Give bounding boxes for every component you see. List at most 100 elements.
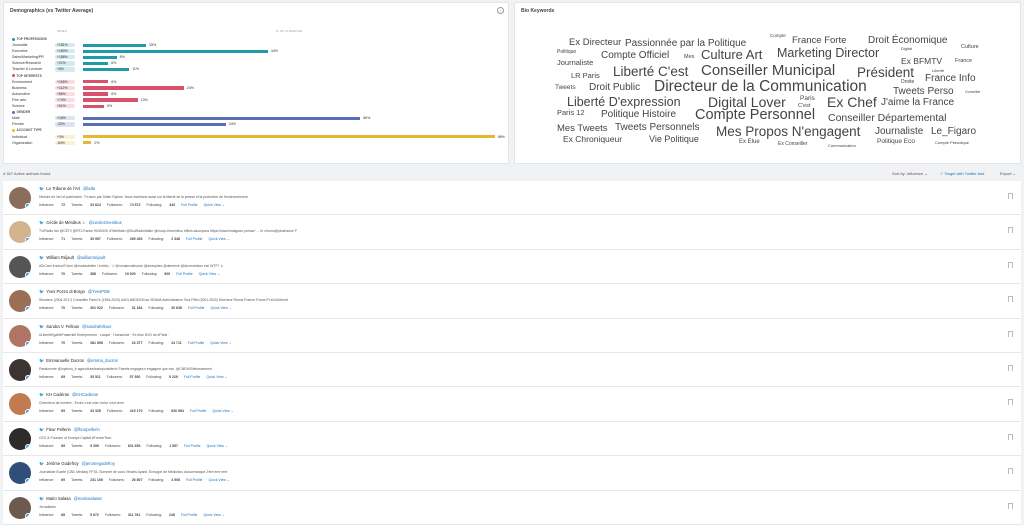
- author-handle[interactable]: @KHCaderas: [72, 392, 98, 397]
- keyword[interactable]: Conseiller Municipal: [701, 63, 835, 78]
- full-profile-link[interactable]: Full Profile: [181, 513, 198, 517]
- full-profile-link[interactable]: Full Profile: [181, 203, 198, 207]
- avatar[interactable]: [9, 462, 31, 485]
- keyword[interactable]: Ex Elue: [739, 139, 760, 145]
- keyword[interactable]: France Info: [925, 74, 976, 84]
- keyword[interactable]: Journaliste: [557, 59, 593, 67]
- quick-view-dropdown[interactable]: Quick View ⌄: [203, 513, 224, 517]
- keyword[interactable]: Mes: [684, 54, 694, 61]
- avatar[interactable]: [9, 393, 31, 416]
- avatar[interactable]: [9, 290, 31, 313]
- author-handle[interactable]: @williamrejault: [77, 255, 105, 260]
- keyword[interactable]: Tweets Personnels: [615, 123, 700, 133]
- keyword[interactable]: Communication: [828, 144, 856, 148]
- bookmark-icon[interactable]: [1008, 227, 1013, 234]
- avatar[interactable]: [9, 187, 31, 209]
- keyword[interactable]: Liberté D'expression: [567, 96, 681, 109]
- keyword[interactable]: Journaliste: [875, 127, 923, 137]
- keyword[interactable]: Conseiller Départemental: [828, 113, 946, 124]
- bookmark-icon[interactable]: [1008, 364, 1013, 371]
- quick-view-dropdown[interactable]: Quick View ⌄: [210, 306, 231, 310]
- keyword[interactable]: Marketing Director: [777, 47, 879, 60]
- keyword[interactable]: Compte Officiel: [601, 51, 669, 61]
- keyword[interactable]: Compte Pseudique: [935, 141, 969, 145]
- author-name[interactable]: Fleur Pellerin: [46, 427, 71, 432]
- keyword[interactable]: Politique: [557, 50, 576, 55]
- bookmark-icon[interactable]: [1008, 399, 1013, 406]
- bookmark-icon[interactable]: [1008, 433, 1013, 440]
- keyword[interactable]: Droit Public: [589, 83, 640, 93]
- keyword[interactable]: Mes Tweets: [557, 124, 608, 134]
- quick-view-dropdown[interactable]: Quick View ⌄: [209, 478, 230, 482]
- quick-view-dropdown[interactable]: Quick View ⌄: [207, 444, 228, 448]
- author-name[interactable]: KH Cadéras: [46, 392, 69, 397]
- author-handle[interactable]: @YvesPDB: [88, 289, 110, 294]
- keyword[interactable]: Tweets Perso: [893, 87, 954, 97]
- keyword[interactable]: Conseiller: [965, 90, 981, 95]
- keyword[interactable]: Droite: [901, 80, 914, 85]
- sort-dropdown[interactable]: Sort by: Influence ⌄: [892, 171, 928, 176]
- author-name[interactable]: William Réjault: [46, 255, 74, 260]
- keyword[interactable]: Ex Conseiller: [778, 142, 807, 147]
- author-handle[interactable]: @jeromegodefroy: [82, 461, 115, 466]
- keyword[interactable]: Tweets: [555, 84, 576, 92]
- avatar[interactable]: [9, 255, 31, 278]
- keyword[interactable]: Culture Art: [701, 48, 762, 61]
- quick-view-dropdown[interactable]: Quick View ⌄: [210, 341, 231, 345]
- bookmark-icon[interactable]: [1008, 502, 1013, 509]
- avatar[interactable]: [9, 221, 31, 244]
- author-handle[interactable]: @latla: [83, 186, 95, 191]
- keyword[interactable]: Compte Personnel: [695, 108, 815, 123]
- full-profile-link[interactable]: Full Profile: [190, 409, 207, 413]
- author-handle[interactable]: @mariosalasat: [74, 496, 102, 501]
- author-handle[interactable]: @cecile2menibus: [89, 220, 122, 225]
- keyword[interactable]: Directeur de la Communication: [654, 79, 867, 95]
- bookmark-icon[interactable]: [1008, 468, 1013, 475]
- keyword[interactable]: Le_Figaro: [931, 127, 976, 137]
- keyword[interactable]: Liberté C'est: [613, 65, 688, 79]
- author-name[interactable]: Cécile de Ménibus ☆: [46, 220, 85, 225]
- keyword[interactable]: Politique Eco: [877, 138, 915, 146]
- quick-view-dropdown[interactable]: Quick View ⌄: [209, 237, 230, 241]
- keyword[interactable]: Droit Économique: [868, 36, 947, 46]
- info-icon[interactable]: i: [497, 7, 504, 14]
- full-profile-link[interactable]: Full Profile: [188, 341, 205, 345]
- avatar[interactable]: [9, 496, 31, 519]
- author-handle[interactable]: @sandrafellous: [82, 324, 111, 329]
- bookmark-icon[interactable]: [1008, 193, 1013, 199]
- keyword[interactable]: Ex Chef: [827, 95, 877, 109]
- full-profile-link[interactable]: Full Profile: [184, 444, 201, 448]
- author-name[interactable]: Yves Pozzo di Borgo: [46, 289, 85, 294]
- keyword[interactable]: Ex Directeur: [569, 38, 621, 48]
- keyword[interactable]: LR Paris: [571, 72, 600, 80]
- keyword[interactable]: Culture: [961, 44, 979, 51]
- author-handle[interactable]: @fleurpellerin: [74, 427, 100, 432]
- bookmark-icon[interactable]: [1008, 261, 1013, 268]
- keyword[interactable]: Digital: [901, 47, 912, 51]
- quick-view-dropdown[interactable]: Quick View ⌄: [212, 409, 233, 413]
- bookmark-icon[interactable]: [1008, 296, 1013, 303]
- quick-view-dropdown[interactable]: Quick View ⌄: [204, 203, 225, 207]
- keyword[interactable]: Paris: [800, 95, 815, 103]
- avatar[interactable]: [9, 324, 31, 347]
- keyword[interactable]: Vie Politique: [649, 135, 699, 144]
- target-twitter-ads-button[interactable]: ✓ Target with Twitter Ads: [940, 171, 984, 176]
- author-name[interactable]: Mario Salasa: [46, 496, 70, 501]
- bookmark-icon[interactable]: [1008, 330, 1013, 337]
- keyword[interactable]: Ex Chroniqueur: [563, 135, 622, 144]
- author-handle[interactable]: @emma_ducros: [87, 358, 118, 363]
- author-name[interactable]: Jérôme Godefroy: [46, 461, 78, 466]
- export-dropdown[interactable]: Export ⌄: [1000, 171, 1016, 176]
- full-profile-link[interactable]: Full Profile: [184, 375, 201, 379]
- keyword[interactable]: France: [955, 58, 972, 65]
- keyword[interactable]: Paris 12: [557, 109, 585, 117]
- quick-view-dropdown[interactable]: Quick View ⌄: [206, 375, 227, 379]
- keyword[interactable]: Compte: [770, 33, 786, 39]
- author-name[interactable]: Emmanuelle Ducros: [46, 358, 84, 363]
- keyword[interactable]: Politique Histoire: [601, 110, 676, 120]
- avatar[interactable]: [9, 358, 31, 381]
- keyword[interactable]: J'aime la France: [881, 98, 954, 108]
- quick-view-dropdown[interactable]: Quick View ⌄: [199, 272, 220, 276]
- author-name[interactable]: Sandra V. Fellous: [46, 324, 79, 329]
- full-profile-link[interactable]: Full Profile: [188, 306, 205, 310]
